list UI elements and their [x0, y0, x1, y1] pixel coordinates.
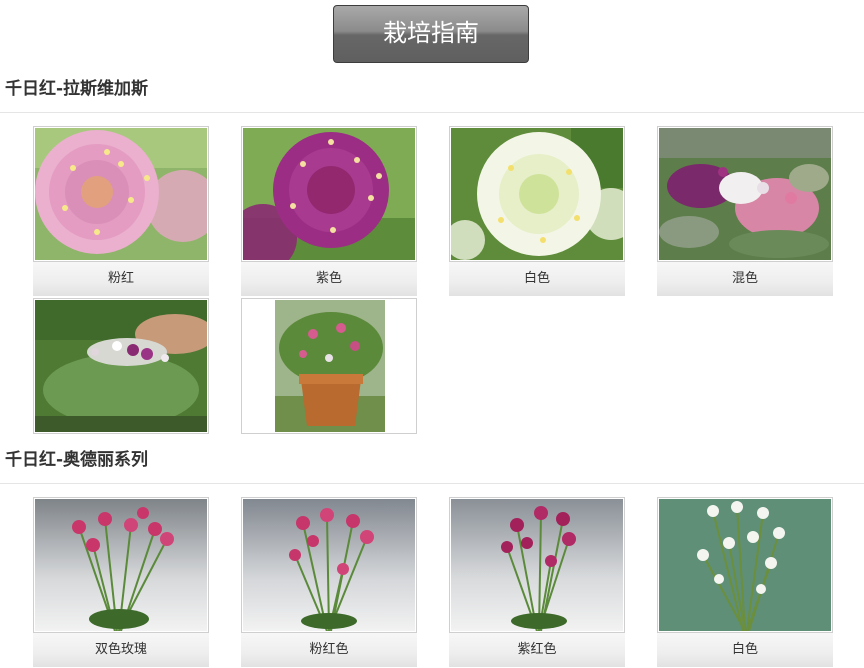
purple-red-plant-photo[interactable]: [449, 497, 625, 633]
product-card-pink-series[interactable]: 粉红色: [241, 497, 417, 667]
section-divider: [0, 112, 864, 113]
product-card-white[interactable]: 白色: [449, 126, 625, 296]
product-card-purple-red[interactable]: 紫红色: [449, 497, 625, 667]
white-globe-amaranth-photo[interactable]: [449, 126, 625, 262]
product-caption: 粉红色: [241, 633, 417, 667]
product-caption: 紫红色: [449, 633, 625, 667]
garden-planting-photo[interactable]: [33, 298, 209, 434]
pink-plant-image: [243, 499, 415, 631]
product-caption: 白色: [449, 262, 625, 296]
product-card-purple[interactable]: 紫色: [241, 126, 417, 296]
product-card-garden[interactable]: [33, 298, 209, 434]
pink-flower-image: [35, 128, 207, 260]
garden-image: [35, 300, 207, 432]
white-plant-photo[interactable]: [657, 497, 833, 633]
section-title-las-vegas: 千日红-拉斯维加斯: [5, 79, 149, 99]
product-caption: 混色: [657, 262, 833, 296]
purple-flower-image: [243, 128, 415, 260]
purple-red-plant-image: [451, 499, 623, 631]
page: 栽培指南 千日红-拉斯维加斯 粉红 紫色 白色 混色 千日红-奥德丽系列 双色玫…: [0, 0, 864, 668]
white-plant-image: [659, 499, 831, 631]
potted-plant-image: [243, 300, 415, 432]
mixed-color-flowerbed-photo[interactable]: [657, 126, 833, 262]
product-caption: 紫色: [241, 262, 417, 296]
product-card-white-series[interactable]: 白色: [657, 497, 833, 667]
product-caption: 白色: [657, 633, 833, 667]
section-divider: [0, 483, 864, 484]
product-card-pink[interactable]: 粉红: [33, 126, 209, 296]
cultivation-guide-button[interactable]: 栽培指南: [333, 5, 529, 63]
bicolor-rose-image: [35, 499, 207, 631]
mixed-flowerbed-image: [659, 128, 831, 260]
purple-globe-amaranth-photo[interactable]: [241, 126, 417, 262]
bicolor-rose-plant-photo[interactable]: [33, 497, 209, 633]
product-caption: 粉红: [33, 262, 209, 296]
product-card-mixed[interactable]: 混色: [657, 126, 833, 296]
pink-plant-photo[interactable]: [241, 497, 417, 633]
section-title-audray-series: 千日红-奥德丽系列: [5, 450, 149, 470]
pink-globe-amaranth-photo[interactable]: [33, 126, 209, 262]
product-card-potted[interactable]: [241, 298, 417, 434]
white-flower-image: [451, 128, 623, 260]
product-card-bicolor-rose[interactable]: 双色玫瑰: [33, 497, 209, 667]
potted-planting-photo[interactable]: [241, 298, 417, 434]
product-caption: 双色玫瑰: [33, 633, 209, 667]
